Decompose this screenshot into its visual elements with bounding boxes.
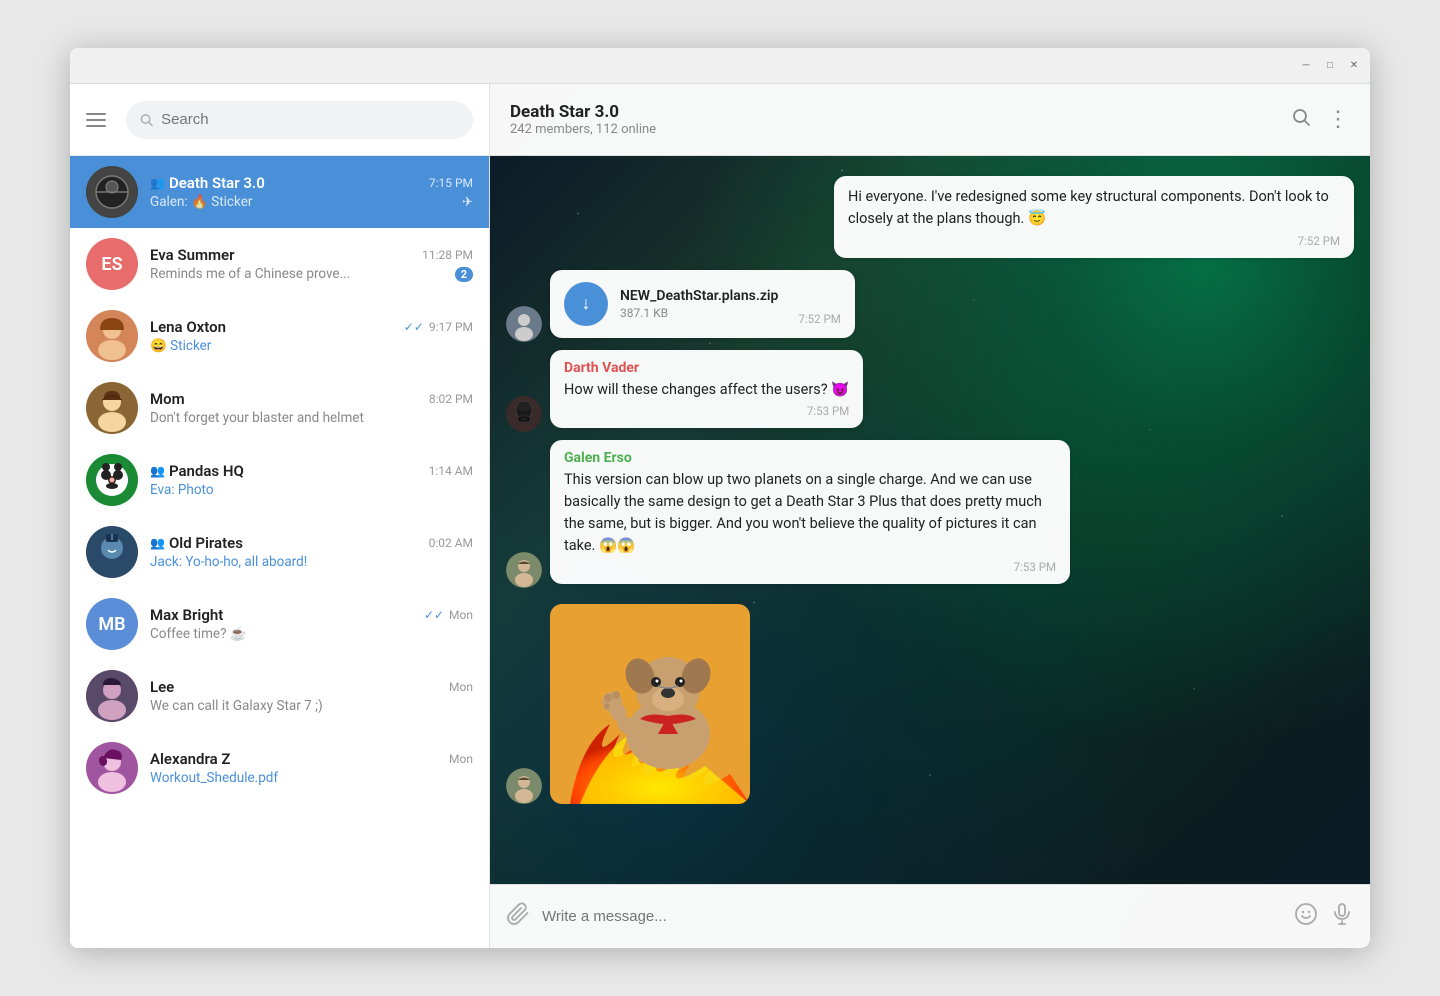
chat-item-eva-summer[interactable]: ES Eva Summer 11:28 PM Reminds me of a C… bbox=[70, 228, 489, 300]
message-text-1: Hi everyone. I've redesigned some key st… bbox=[848, 186, 1340, 230]
sender-name-galen: Galen Erso bbox=[564, 450, 1056, 466]
sticker-sender-avatar bbox=[506, 768, 542, 804]
unread-badge-eva: 2 bbox=[455, 267, 473, 282]
chat-name-lee: Lee bbox=[150, 678, 174, 696]
file-time: 7:52 PM bbox=[798, 312, 840, 326]
avatar-pandas bbox=[86, 454, 138, 506]
search-icon bbox=[140, 113, 153, 127]
file-name: NEW_DeathStar.plans.zip bbox=[620, 288, 778, 304]
avatar-eva-summer: ES bbox=[86, 238, 138, 290]
sender-avatar-galen bbox=[506, 552, 542, 588]
chat-item-max-bright[interactable]: MB Max Bright ✓✓ Mon Coffee time? ☕ bbox=[70, 588, 489, 660]
chat-name-max-bright: Max Bright bbox=[150, 606, 223, 624]
message-input-area bbox=[490, 884, 1370, 948]
chat-time-max-bright: ✓✓ Mon bbox=[424, 608, 473, 622]
chat-header-name: Death Star 3.0 bbox=[510, 102, 1279, 122]
message-time-darth: 7:53 PM bbox=[564, 404, 849, 418]
file-size: 387.1 KB bbox=[620, 306, 778, 320]
file-bubble: ↓ NEW_DeathStar.plans.zip 387.1 KB 7:52 … bbox=[550, 270, 855, 338]
sidebar-header bbox=[70, 84, 489, 156]
main-area: 👥 Death Star 3.0 7:15 PM Galen: 🔥 Sticke… bbox=[70, 84, 1370, 948]
search-box[interactable] bbox=[126, 101, 473, 139]
sticker-image bbox=[550, 604, 750, 804]
chat-list: 👥 Death Star 3.0 7:15 PM Galen: 🔥 Sticke… bbox=[70, 156, 489, 948]
chat-time-pirates: 0:02 AM bbox=[429, 536, 473, 550]
message-row-1: Hi everyone. I've redesigned some key st… bbox=[506, 176, 1354, 262]
sticker-row bbox=[506, 604, 1354, 804]
chat-time-pandas: 1:14 AM bbox=[429, 464, 473, 478]
sender-avatar-file bbox=[506, 306, 542, 342]
download-button[interactable]: ↓ bbox=[564, 282, 608, 326]
chat-item-pandas-hq[interactable]: 👥 Pandas HQ 1:14 AM Eva: Photo bbox=[70, 444, 489, 516]
message-bubble-darth: Darth Vader How will these changes affec… bbox=[550, 350, 863, 429]
menu-icon[interactable] bbox=[86, 106, 114, 134]
chat-header: Death Star 3.0 242 members, 112 online ⋮ bbox=[490, 84, 1370, 156]
emoji-icon[interactable] bbox=[1294, 902, 1318, 932]
minimize-button[interactable]: ─ bbox=[1298, 58, 1314, 74]
chat-item-mom[interactable]: Mom 8:02 PM Don't forget your blaster an… bbox=[70, 372, 489, 444]
close-button[interactable]: ✕ bbox=[1346, 58, 1362, 74]
search-chat-icon[interactable] bbox=[1291, 107, 1311, 132]
message-bubble-1: Hi everyone. I've redesigned some key st… bbox=[834, 176, 1354, 258]
message-row-darth: Darth Vader How will these changes affec… bbox=[506, 350, 1354, 433]
avatar-alexandra bbox=[86, 742, 138, 794]
app-window: ─ □ ✕ bbox=[70, 48, 1370, 948]
message-text-darth: How will these changes affect the users?… bbox=[564, 379, 849, 401]
chat-time-eva: 11:28 PM bbox=[422, 248, 473, 262]
message-time-galen: 7:53 PM bbox=[564, 560, 1056, 574]
chat-time-lena: ✓✓ 9:17 PM bbox=[404, 320, 473, 334]
message-text-galen: This version can blow up two planets on … bbox=[564, 469, 1056, 556]
chat-item-alexandra[interactable]: Alexandra Z Mon Workout_Shedule.pdf bbox=[70, 732, 489, 804]
group-icon: 👥 bbox=[150, 536, 165, 550]
chat-name-lena: Lena Oxton bbox=[150, 318, 226, 336]
avatar-lee bbox=[86, 670, 138, 722]
avatar-lena bbox=[86, 310, 138, 362]
sender-name-darth: Darth Vader bbox=[564, 360, 849, 376]
mic-icon[interactable] bbox=[1330, 902, 1354, 932]
chat-header-actions: ⋮ bbox=[1291, 107, 1350, 132]
message-row-galen: Galen Erso This version can blow up two … bbox=[506, 440, 1354, 588]
chat-time-alexandra: Mon bbox=[449, 752, 473, 766]
chat-time-mom: 8:02 PM bbox=[429, 392, 473, 406]
chat-name-mom: Mom bbox=[150, 390, 185, 408]
chat-name-eva-summer: Eva Summer bbox=[150, 246, 235, 264]
sidebar: 👥 Death Star 3.0 7:15 PM Galen: 🔥 Sticke… bbox=[70, 84, 490, 948]
avatar-mom bbox=[86, 382, 138, 434]
message-input[interactable] bbox=[542, 908, 1282, 925]
avatar-max-bright: MB bbox=[86, 598, 138, 650]
chat-name-alexandra: Alexandra Z bbox=[150, 750, 230, 768]
chat-name-pandas: 👥 Pandas HQ bbox=[150, 462, 244, 480]
chat-name-pirates: 👥 Old Pirates bbox=[150, 534, 243, 552]
search-input[interactable] bbox=[161, 111, 459, 128]
title-bar: ─ □ ✕ bbox=[70, 48, 1370, 84]
chat-content-death-star: 👥 Death Star 3.0 7:15 PM Galen: 🔥 Sticke… bbox=[150, 174, 473, 210]
chat-time-death-star: 7:15 PM bbox=[429, 176, 473, 190]
messages-area: Hi everyone. I've redesigned some key st… bbox=[490, 156, 1370, 884]
sender-avatar-darth bbox=[506, 396, 542, 432]
chat-panel: Death Star 3.0 242 members, 112 online ⋮ bbox=[490, 84, 1370, 948]
chat-item-death-star[interactable]: 👥 Death Star 3.0 7:15 PM Galen: 🔥 Sticke… bbox=[70, 156, 489, 228]
chat-time-lee: Mon bbox=[449, 680, 473, 694]
chat-item-old-pirates[interactable]: 👥 Old Pirates 0:02 AM Jack: Yo-ho-ho, al… bbox=[70, 516, 489, 588]
chat-name-death-star: 👥 Death Star 3.0 bbox=[150, 174, 265, 192]
group-icon: 👥 bbox=[150, 464, 165, 478]
group-icon: 👥 bbox=[150, 176, 165, 190]
chat-item-lee[interactable]: Lee Mon We can call it Galaxy Star 7 ;) bbox=[70, 660, 489, 732]
chat-header-subtitle: 242 members, 112 online bbox=[510, 122, 1279, 137]
chat-preview-death-star: Galen: 🔥 Sticker ✈ bbox=[150, 194, 473, 210]
message-bubble-galen: Galen Erso This version can blow up two … bbox=[550, 440, 1070, 584]
maximize-button[interactable]: □ bbox=[1322, 58, 1338, 74]
message-time-1: 7:52 PM bbox=[848, 234, 1340, 248]
avatar-death-star bbox=[86, 166, 138, 218]
avatar-pirates bbox=[86, 526, 138, 578]
pin-icon: ✈ bbox=[462, 195, 473, 210]
chat-item-lena-oxton[interactable]: Lena Oxton ✓✓ 9:17 PM 😄 Sticker bbox=[70, 300, 489, 372]
more-options-icon[interactable]: ⋮ bbox=[1327, 107, 1350, 132]
message-row-file: ↓ NEW_DeathStar.plans.zip 387.1 KB 7:52 … bbox=[506, 270, 1354, 342]
attach-icon[interactable] bbox=[506, 902, 530, 932]
